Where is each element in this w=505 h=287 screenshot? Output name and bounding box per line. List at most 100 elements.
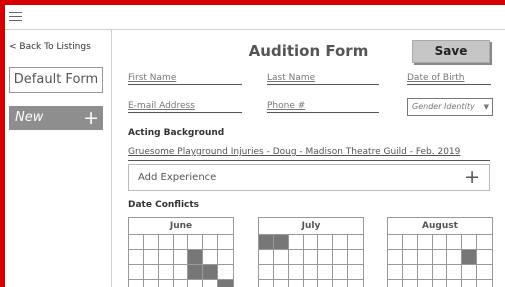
calendar-day-cell[interactable] xyxy=(218,280,233,287)
calendar-day-cell[interactable] xyxy=(143,265,159,280)
calendar-day-cell[interactable] xyxy=(333,280,349,287)
calendar-day-cell[interactable] xyxy=(348,280,363,287)
plus-icon: + xyxy=(83,107,99,129)
calendar-day-cell[interactable] xyxy=(259,265,274,280)
calendar-day-cell[interactable] xyxy=(173,280,189,287)
calendar-day-cell[interactable] xyxy=(432,265,448,280)
calendar-june: June xyxy=(128,217,234,287)
calendar-day-cell[interactable] xyxy=(129,235,144,250)
calendar-day-cell[interactable] xyxy=(273,265,289,280)
calendar-day-cell[interactable] xyxy=(432,235,448,250)
calendar-day-cell[interactable] xyxy=(218,250,233,265)
calendar-day-cell[interactable] xyxy=(388,235,403,250)
calendar-day-cell[interactable] xyxy=(402,280,418,287)
calendar-day-cell[interactable] xyxy=(462,235,478,250)
calendar-day-cell[interactable] xyxy=(417,235,433,250)
calendar-day-cell[interactable] xyxy=(333,265,349,280)
calendar-day-cell[interactable] xyxy=(303,265,319,280)
calendar-day-cell[interactable] xyxy=(318,250,334,265)
calendar-day-cell[interactable] xyxy=(447,235,463,250)
calendar-day-cell[interactable] xyxy=(273,250,289,265)
calendar-day-cell[interactable] xyxy=(203,235,219,250)
calendar-day-cell[interactable] xyxy=(447,250,463,265)
calendar-day-cell[interactable] xyxy=(402,265,418,280)
calendar-day-cell[interactable] xyxy=(129,265,144,280)
calendar-day-cell[interactable] xyxy=(129,280,144,287)
calendar-day-cell[interactable] xyxy=(402,235,418,250)
calendar-day-cell[interactable] xyxy=(417,265,433,280)
calendar-day-cell[interactable] xyxy=(417,280,433,287)
calendar-day-cell[interactable] xyxy=(158,280,174,287)
default-form-item[interactable]: Default Form xyxy=(9,67,103,93)
date-of-birth-field[interactable]: Date of Birth xyxy=(407,70,491,85)
calendar-day-cell[interactable] xyxy=(188,235,204,250)
calendar-day-cell[interactable] xyxy=(203,265,219,280)
calendar-day-cell[interactable] xyxy=(173,265,189,280)
calendar-day-cell[interactable] xyxy=(447,280,463,287)
calendar-day-cell[interactable] xyxy=(188,250,204,265)
calendar-day-cell[interactable] xyxy=(303,235,319,250)
calendar-day-cell[interactable] xyxy=(348,250,363,265)
calendar-day-cell[interactable] xyxy=(402,250,418,265)
calendar-day-cell[interactable] xyxy=(143,280,159,287)
calendar-day-cell[interactable] xyxy=(288,280,304,287)
calendar-day-cell[interactable] xyxy=(288,265,304,280)
phone-field[interactable]: Phone # xyxy=(267,98,379,113)
calendar-day-cell[interactable] xyxy=(259,235,274,250)
first-name-field[interactable]: First Name xyxy=(128,70,242,85)
calendar-day-cell[interactable] xyxy=(288,235,304,250)
calendar-day-cell[interactable] xyxy=(303,280,319,287)
calendar-day-cell[interactable] xyxy=(158,265,174,280)
calendar-day-cell[interactable] xyxy=(477,250,492,265)
calendar-day-cell[interactable] xyxy=(318,235,334,250)
last-name-field[interactable]: Last Name xyxy=(267,70,379,85)
add-experience-button[interactable]: Add Experience + xyxy=(128,164,490,191)
calendar-day-cell[interactable] xyxy=(143,235,159,250)
calendar-day-cell[interactable] xyxy=(333,235,349,250)
calendar-day-cell[interactable] xyxy=(188,280,204,287)
calendar-day-cell[interactable] xyxy=(432,280,448,287)
calendar-day-cell[interactable] xyxy=(273,235,289,250)
calendar-day-cell[interactable] xyxy=(477,265,492,280)
calendar-day-cell[interactable] xyxy=(158,235,174,250)
calendar-day-cell[interactable] xyxy=(218,265,233,280)
calendar-day-cell[interactable] xyxy=(462,250,478,265)
calendar-day-cell[interactable] xyxy=(188,265,204,280)
calendar-day-cell[interactable] xyxy=(432,250,448,265)
calendar-day-cell[interactable] xyxy=(477,235,492,250)
calendar-day-cell[interactable] xyxy=(173,235,189,250)
calendar-day-cell[interactable] xyxy=(259,250,274,265)
gender-identity-select[interactable]: Gender Identity ▼ xyxy=(407,98,493,116)
calendar-day-cell[interactable] xyxy=(447,265,463,280)
calendar-day-cell[interactable] xyxy=(173,250,189,265)
calendar-day-cell[interactable] xyxy=(333,250,349,265)
calendar-day-cell[interactable] xyxy=(203,280,219,287)
calendar-day-cell[interactable] xyxy=(318,265,334,280)
new-form-button[interactable]: New + xyxy=(9,106,103,130)
calendar-day-cell[interactable] xyxy=(348,265,363,280)
calendar-day-cell[interactable] xyxy=(388,265,403,280)
calendar-day-cell[interactable] xyxy=(303,250,319,265)
save-button[interactable]: Save xyxy=(412,40,490,63)
email-field[interactable]: E-mail Address xyxy=(128,98,242,113)
calendar-day-cell[interactable] xyxy=(143,250,159,265)
calendar-day-cell[interactable] xyxy=(462,265,478,280)
calendar-day-cell[interactable] xyxy=(203,250,219,265)
calendar-day-cell[interactable] xyxy=(388,280,403,287)
calendar-day-cell[interactable] xyxy=(218,235,233,250)
calendar-day-cell[interactable] xyxy=(477,280,492,287)
calendar-day-cell[interactable] xyxy=(417,250,433,265)
experience-entry[interactable]: Gruesome Playground Injuries - Doug - Ma… xyxy=(128,147,490,161)
calendar-day-cell[interactable] xyxy=(318,280,334,287)
hamburger-icon[interactable] xyxy=(9,12,22,22)
back-to-listings-link[interactable]: < Back To Listings xyxy=(9,42,91,52)
calendar-day-cell[interactable] xyxy=(129,250,144,265)
calendar-day-cell[interactable] xyxy=(348,235,363,250)
calendar-day-cell[interactable] xyxy=(388,250,403,265)
first-name-label: First Name xyxy=(128,73,177,83)
calendar-day-cell[interactable] xyxy=(288,250,304,265)
calendar-day-cell[interactable] xyxy=(158,250,174,265)
calendar-day-cell[interactable] xyxy=(273,280,289,287)
calendar-day-cell[interactable] xyxy=(259,280,274,287)
calendar-day-cell[interactable] xyxy=(462,280,478,287)
